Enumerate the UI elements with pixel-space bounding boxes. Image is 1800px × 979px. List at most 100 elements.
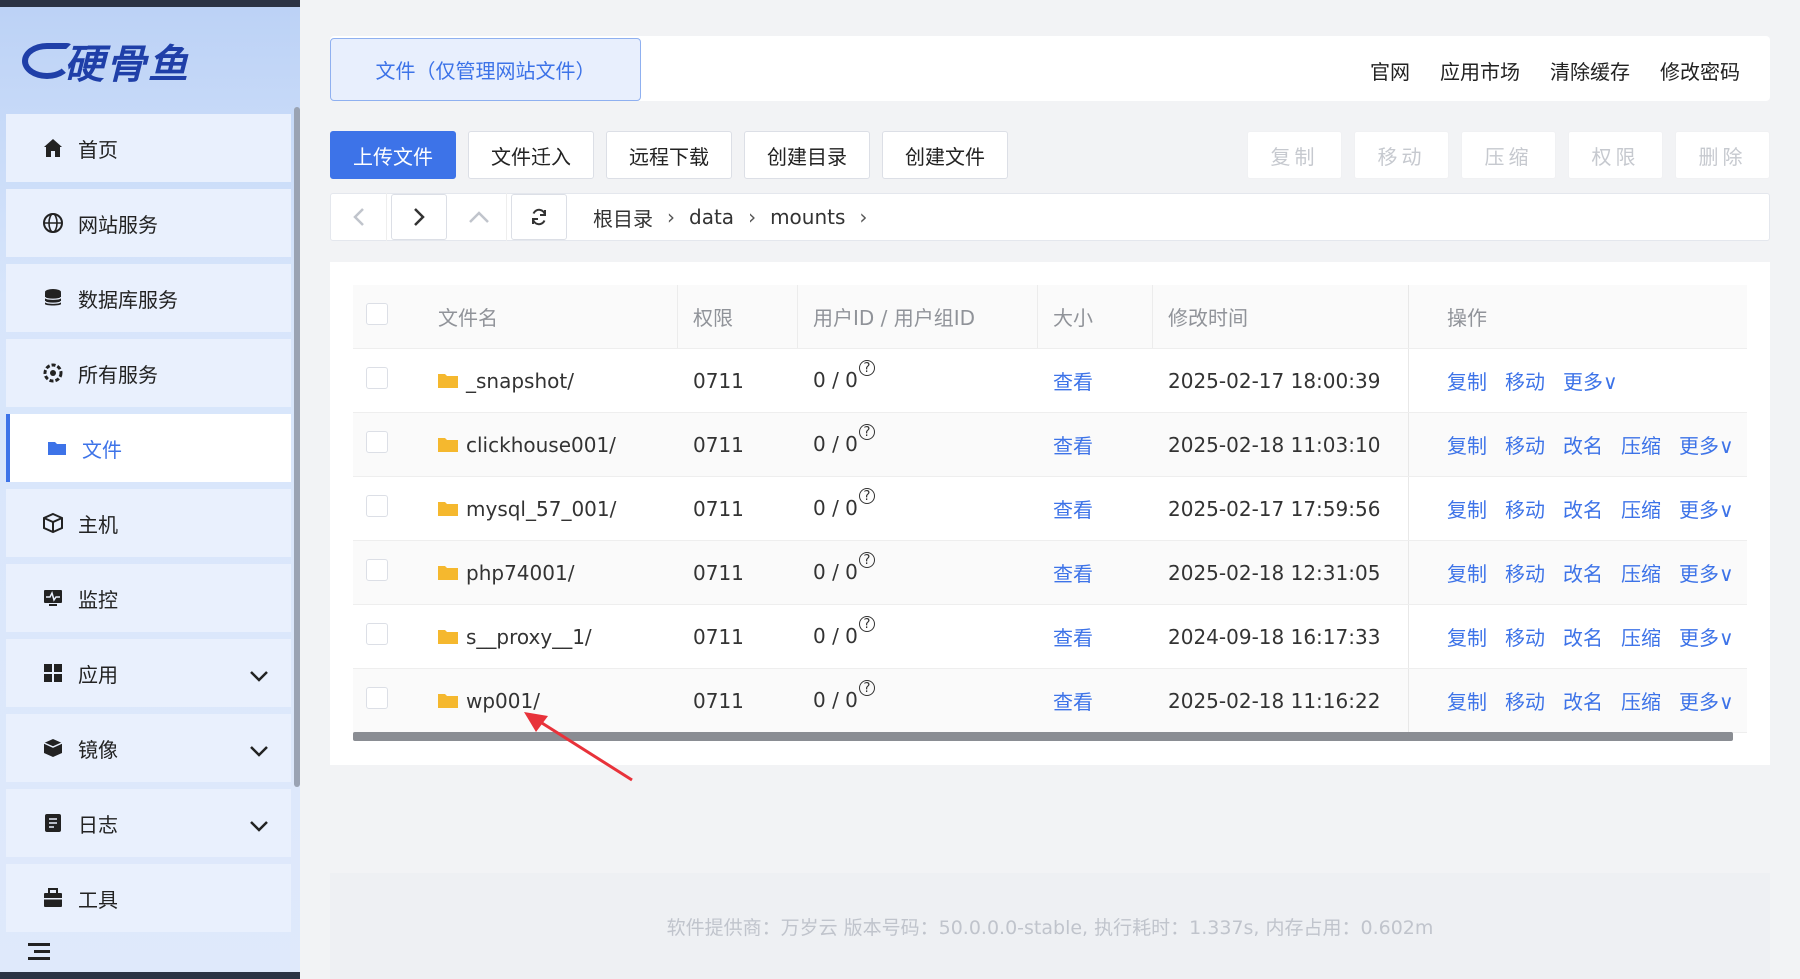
move-link[interactable]: 移动 <box>1505 686 1545 715</box>
row-checkbox[interactable] <box>366 495 388 517</box>
compress-link[interactable]: 压缩 <box>1621 558 1661 587</box>
file-permission[interactable]: 0711 <box>678 689 798 713</box>
refresh-button[interactable] <box>511 194 567 240</box>
help-icon[interactable]: ? <box>858 424 875 441</box>
help-icon[interactable]: ? <box>858 616 875 633</box>
breadcrumb-root[interactable]: 根目录 <box>593 203 653 232</box>
compress-link[interactable]: 压缩 <box>1621 622 1661 651</box>
tab-files[interactable]: 文件（仅管理网站文件） <box>330 38 641 101</box>
sidebar-item-logs[interactable]: 日志 <box>6 789 291 857</box>
link-official-site[interactable]: 官网 <box>1370 56 1410 85</box>
file-owner[interactable]: 0 / 0 <box>813 497 858 521</box>
file-permission[interactable]: 0711 <box>678 625 798 649</box>
copy-link[interactable]: 复制 <box>1447 366 1487 395</box>
file-name[interactable]: _snapshot/ <box>466 369 574 393</box>
view-size-link[interactable]: 查看 <box>1053 498 1093 522</box>
row-checkbox[interactable] <box>366 623 388 645</box>
file-owner[interactable]: 0 / 0 <box>813 369 858 393</box>
row-checkbox[interactable] <box>366 687 388 709</box>
more-dropdown[interactable]: 更多∨ <box>1563 366 1618 395</box>
file-owner[interactable]: 0 / 0 <box>813 689 858 713</box>
sidebar-scrollbar[interactable] <box>294 107 300 787</box>
rename-link[interactable]: 改名 <box>1563 430 1603 459</box>
view-size-link[interactable]: 查看 <box>1053 434 1093 458</box>
upload-button[interactable]: 上传文件 <box>330 131 456 179</box>
move-link[interactable]: 移动 <box>1505 366 1545 395</box>
sidebar-item-web-services[interactable]: 网站服务 <box>6 189 291 257</box>
row-checkbox[interactable] <box>366 367 388 389</box>
copy-link[interactable]: 复制 <box>1447 686 1487 715</box>
rename-link[interactable]: 改名 <box>1563 558 1603 587</box>
file-name[interactable]: clickhouse001/ <box>466 433 616 457</box>
sidebar-item-all-services[interactable]: 所有服务 <box>6 339 291 407</box>
move-link[interactable]: 移动 <box>1505 430 1545 459</box>
row-checkbox[interactable] <box>366 559 388 581</box>
header-name[interactable]: 文件名 <box>438 302 498 331</box>
menu-collapse-icon[interactable] <box>28 942 52 966</box>
sidebar-item-host[interactable]: 主机 <box>6 489 291 557</box>
sidebar-item-apps[interactable]: 应用 <box>6 639 291 707</box>
sidebar-item-tools[interactable]: 工具 <box>6 864 291 932</box>
move-link[interactable]: 移动 <box>1505 558 1545 587</box>
back-button[interactable] <box>331 193 387 241</box>
more-dropdown[interactable]: 更多∨ <box>1679 558 1734 587</box>
file-permission[interactable]: 0711 <box>678 433 798 457</box>
rename-link[interactable]: 改名 <box>1563 686 1603 715</box>
breadcrumb-mounts[interactable]: mounts <box>770 205 845 229</box>
rename-link[interactable]: 改名 <box>1563 494 1603 523</box>
help-icon[interactable]: ? <box>858 360 875 377</box>
header-mtime[interactable]: 修改时间 <box>1168 302 1248 331</box>
batch-permission-button[interactable]: 权限 <box>1568 131 1663 179</box>
batch-move-button[interactable]: 移动 <box>1354 131 1449 179</box>
compress-link[interactable]: 压缩 <box>1621 686 1661 715</box>
help-icon[interactable]: ? <box>858 488 875 505</box>
help-icon[interactable]: ? <box>858 552 875 569</box>
file-owner[interactable]: 0 / 0 <box>813 625 858 649</box>
link-change-password[interactable]: 修改密码 <box>1660 56 1740 85</box>
file-name[interactable]: wp001/ <box>466 689 540 713</box>
file-permission[interactable]: 0711 <box>678 369 798 393</box>
sidebar-item-images[interactable]: 镜像 <box>6 714 291 782</box>
file-name[interactable]: php74001/ <box>466 561 574 585</box>
copy-link[interactable]: 复制 <box>1447 430 1487 459</box>
more-dropdown[interactable]: 更多∨ <box>1679 686 1734 715</box>
copy-link[interactable]: 复制 <box>1447 622 1487 651</box>
copy-link[interactable]: 复制 <box>1447 494 1487 523</box>
create-directory-button[interactable]: 创建目录 <box>744 131 870 179</box>
logo[interactable]: 硬骨鱼 <box>22 31 213 91</box>
link-app-market[interactable]: 应用市场 <box>1440 56 1520 85</box>
move-link[interactable]: 移动 <box>1505 494 1545 523</box>
link-clear-cache[interactable]: 清除缓存 <box>1550 56 1630 85</box>
batch-copy-button[interactable]: 复制 <box>1247 131 1342 179</box>
import-button[interactable]: 文件迁入 <box>468 131 594 179</box>
file-name[interactable]: mysql_57_001/ <box>466 497 616 521</box>
copy-link[interactable]: 复制 <box>1447 558 1487 587</box>
file-permission[interactable]: 0711 <box>678 561 798 585</box>
row-checkbox[interactable] <box>366 431 388 453</box>
file-name[interactable]: s__proxy__1/ <box>466 625 592 649</box>
compress-link[interactable]: 压缩 <box>1621 494 1661 523</box>
compress-link[interactable]: 压缩 <box>1621 430 1661 459</box>
more-dropdown[interactable]: 更多∨ <box>1679 622 1734 651</box>
view-size-link[interactable]: 查看 <box>1053 562 1093 586</box>
breadcrumb-data[interactable]: data <box>689 205 734 229</box>
sidebar-item-files[interactable]: 文件 <box>6 414 291 482</box>
move-link[interactable]: 移动 <box>1505 622 1545 651</box>
file-owner[interactable]: 0 / 0 <box>813 433 858 457</box>
select-all-checkbox[interactable] <box>366 303 388 325</box>
file-permission[interactable]: 0711 <box>678 497 798 521</box>
file-owner[interactable]: 0 / 0 <box>813 561 858 585</box>
sidebar-item-database[interactable]: 数据库服务 <box>6 264 291 332</box>
sidebar-item-monitor[interactable]: 监控 <box>6 564 291 632</box>
help-icon[interactable]: ? <box>858 680 875 697</box>
batch-compress-button[interactable]: 压缩 <box>1461 131 1556 179</box>
view-size-link[interactable]: 查看 <box>1053 626 1093 650</box>
more-dropdown[interactable]: 更多∨ <box>1679 494 1734 523</box>
remote-download-button[interactable]: 远程下载 <box>606 131 732 179</box>
sidebar-item-home[interactable]: 首页 <box>6 114 291 182</box>
view-size-link[interactable]: 查看 <box>1053 690 1093 714</box>
view-size-link[interactable]: 查看 <box>1053 370 1093 394</box>
more-dropdown[interactable]: 更多∨ <box>1679 430 1734 459</box>
batch-delete-button[interactable]: 删除 <box>1675 131 1770 179</box>
create-file-button[interactable]: 创建文件 <box>882 131 1008 179</box>
